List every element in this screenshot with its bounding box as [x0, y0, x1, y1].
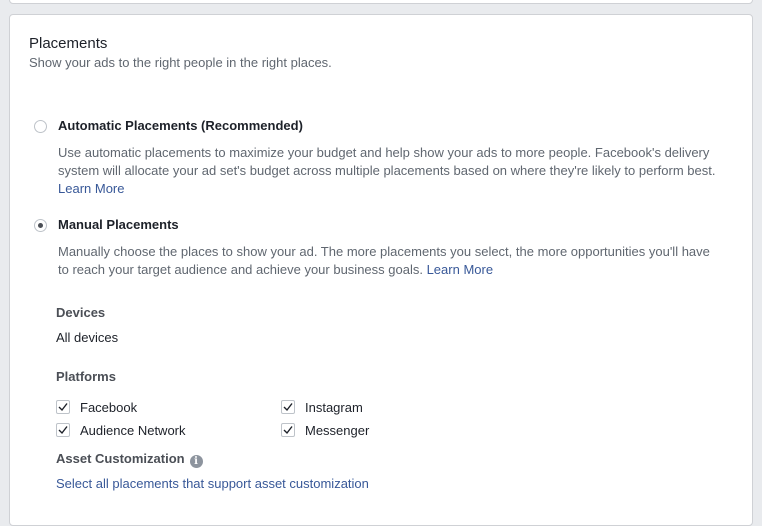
automatic-placements-label[interactable]: Automatic Placements (Recommended)	[58, 118, 303, 133]
devices-label: Devices	[56, 305, 106, 320]
manual-learn-more-link[interactable]: Learn More	[427, 262, 493, 277]
check-icon	[58, 426, 68, 435]
info-icon[interactable]: i	[189, 455, 203, 468]
messenger-checkbox[interactable]	[281, 423, 295, 437]
audience-network-label: Audience Network	[80, 422, 186, 438]
previous-section-card	[9, 0, 753, 4]
manual-placements-radio[interactable]	[34, 219, 47, 232]
automatic-placements-description: Use automatic placements to maximize you…	[58, 145, 716, 196]
asset-customization-label: Asset Customization i	[56, 451, 203, 468]
instagram-label: Instagram	[305, 399, 363, 415]
section-subtitle: Show your ads to the right people in the…	[29, 55, 332, 70]
instagram-checkbox[interactable]	[281, 400, 295, 414]
platform-instagram[interactable]: Instagram	[281, 399, 363, 415]
manual-placements-label[interactable]: Manual Placements	[58, 217, 179, 232]
manual-placements-description: Manually choose the places to show your …	[58, 244, 710, 277]
asset-customization-link[interactable]: Select all placements that support asset…	[56, 476, 369, 491]
messenger-label: Messenger	[305, 422, 370, 438]
audience-network-checkbox[interactable]	[56, 423, 70, 437]
placements-card: Placements Show your ads to the right pe…	[9, 14, 753, 526]
devices-value[interactable]: All devices	[56, 330, 118, 345]
platform-facebook[interactable]: Facebook	[56, 399, 137, 415]
platform-audience-network[interactable]: Audience Network	[56, 422, 186, 438]
automatic-learn-more-link[interactable]: Learn More	[58, 181, 124, 196]
platform-messenger[interactable]: Messenger	[281, 422, 369, 438]
facebook-checkbox[interactable]	[56, 400, 70, 414]
check-icon	[283, 426, 293, 435]
automatic-placements-radio[interactable]	[34, 120, 47, 133]
facebook-label: Facebook	[80, 399, 138, 415]
section-title: Placements	[29, 35, 108, 52]
check-icon	[283, 403, 293, 412]
platforms-label: Platforms	[56, 369, 116, 384]
check-icon	[58, 403, 68, 412]
